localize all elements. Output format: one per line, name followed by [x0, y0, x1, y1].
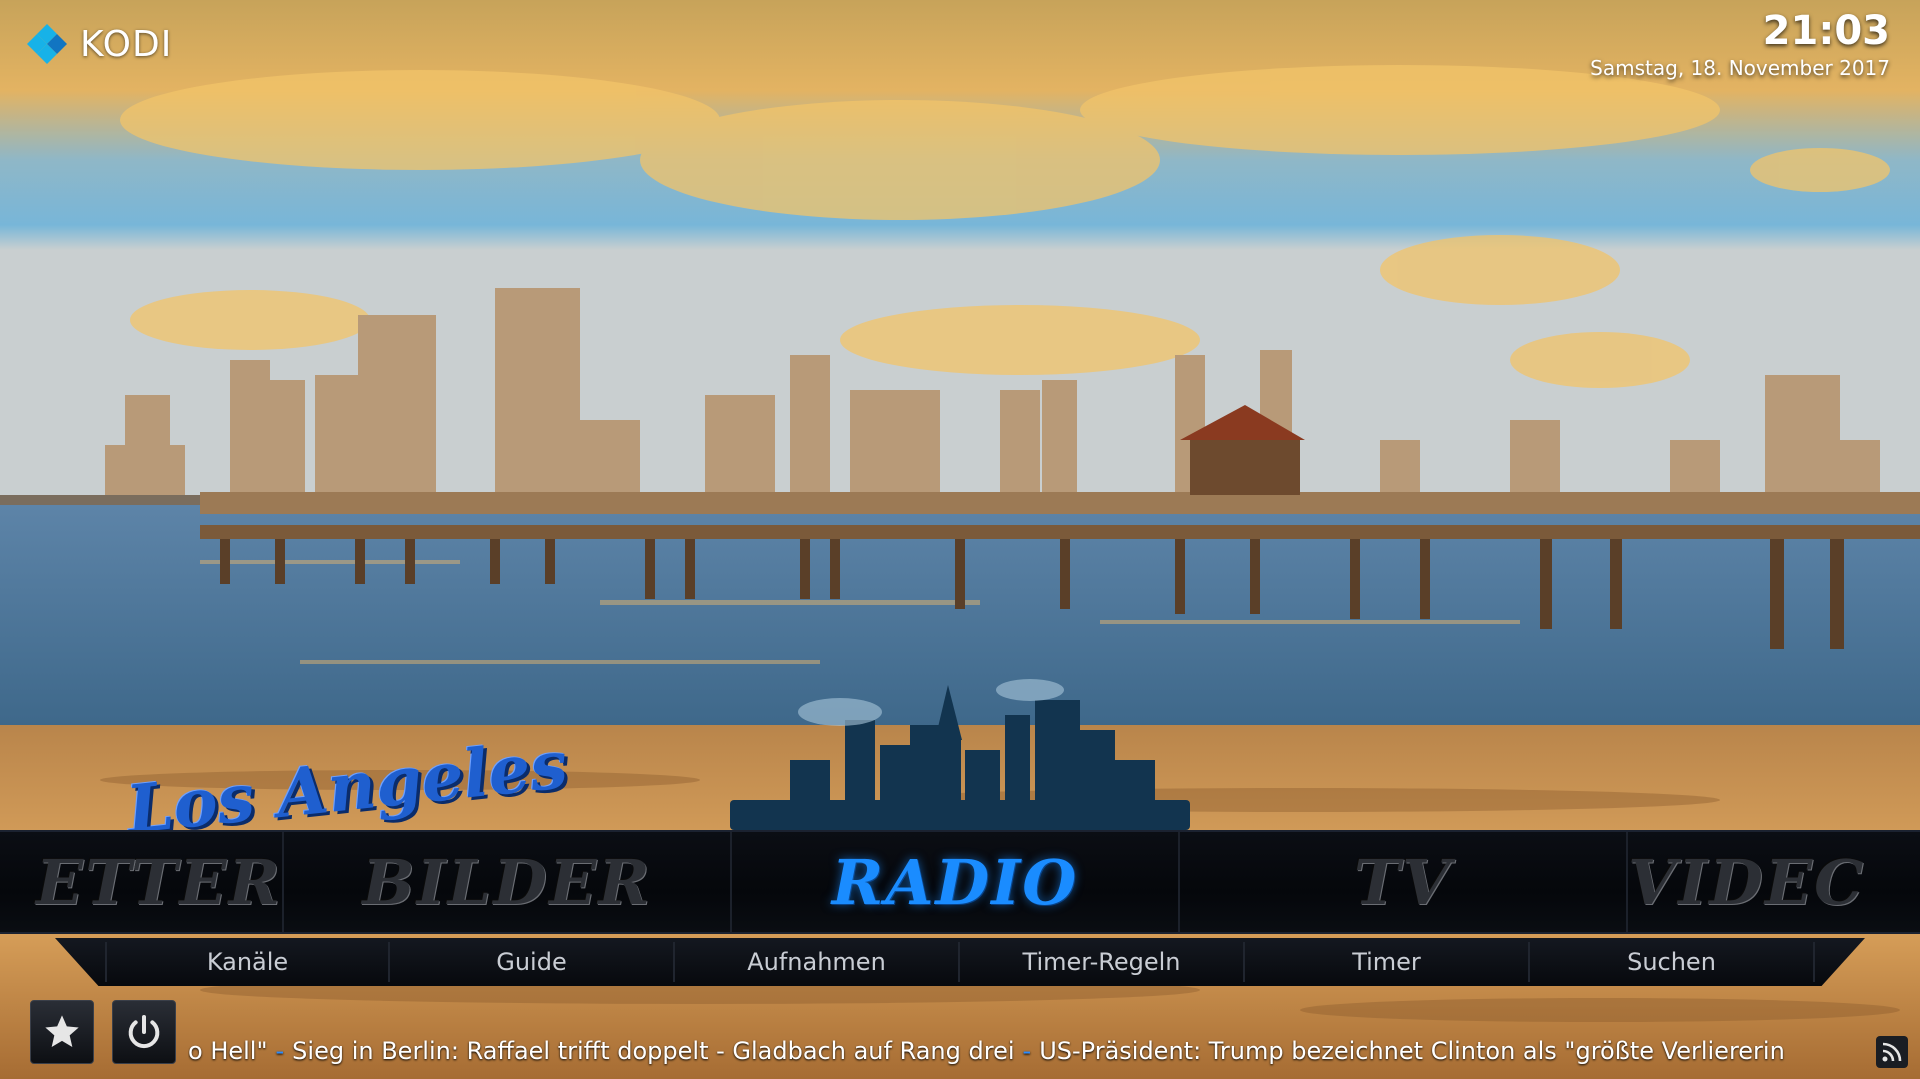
sub-menu-item-search[interactable]: Suchen: [1530, 942, 1815, 982]
kodi-logo: KODI: [24, 20, 172, 68]
sub-menu-item-timer-rules[interactable]: Timer-Regeln: [960, 942, 1245, 982]
ticker-item[interactable]: US-Präsident: Trump bezeichnet Clinton a…: [1039, 1037, 1785, 1065]
rss-ticker: o Hell" - Sieg in Berlin: Raffael trifft d…: [188, 1034, 1868, 1068]
rss-button[interactable]: [1876, 1036, 1908, 1068]
clock-date: Samstag, 18. November 2017: [1590, 56, 1890, 80]
clock-time: 21:03: [1762, 8, 1890, 54]
star-icon: [45, 1015, 79, 1047]
main-menu-item-tv[interactable]: TV: [1180, 832, 1628, 932]
power-icon: [128, 1015, 160, 1049]
main-menu-item-videos[interactable]: VIDEC: [1628, 832, 1920, 932]
sub-menu: Kanäle Guide Aufnahmen Timer-Regeln Time…: [55, 938, 1865, 986]
sub-menu-item-channels[interactable]: Kanäle: [105, 942, 390, 982]
power-button[interactable]: [112, 1000, 176, 1064]
sub-menu-item-guide[interactable]: Guide: [390, 942, 675, 982]
ticker-separator: -: [275, 1037, 285, 1065]
kodi-logo-text: KODI: [80, 23, 173, 65]
rss-icon: [1882, 1042, 1902, 1062]
ticker-separator: -: [1022, 1037, 1032, 1065]
main-menu-item-pictures[interactable]: BILDER: [284, 832, 732, 932]
sub-menu-item-timers[interactable]: Timer: [1245, 942, 1530, 982]
sub-menu-item-recordings[interactable]: Aufnahmen: [675, 942, 960, 982]
favourites-button[interactable]: [30, 1000, 94, 1064]
kodi-logo-icon: [27, 24, 67, 64]
ticker-item[interactable]: o Hell": [188, 1037, 268, 1065]
clock: 21:03 Samstag, 18. November 2017: [1590, 6, 1890, 80]
main-menu-item-radio[interactable]: RADIO: [732, 832, 1180, 932]
main-menu-item-weather[interactable]: ETTER: [0, 832, 284, 932]
main-menu: ETTER BILDER RADIO TV VIDEC: [0, 830, 1920, 934]
ticker-item[interactable]: Sieg in Berlin: Raffael trifft doppelt -…: [292, 1037, 1014, 1065]
